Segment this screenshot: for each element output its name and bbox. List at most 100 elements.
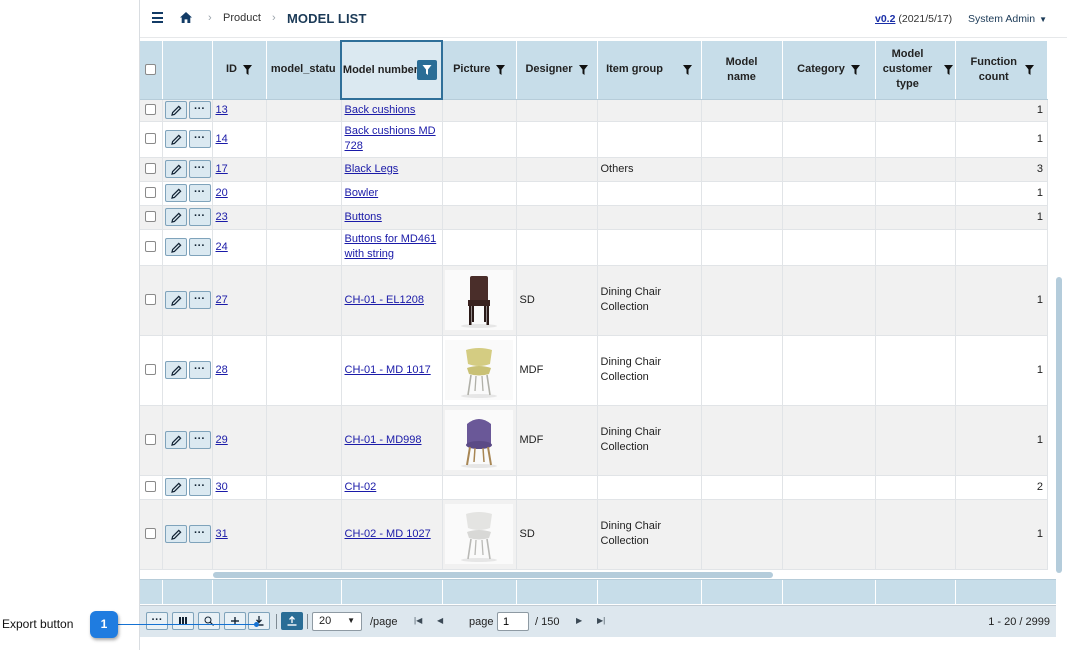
model-number-link[interactable]: CH-02 - MD 1027 [345,528,431,540]
edit-button[interactable] [164,431,187,449]
row-select-cell[interactable] [140,99,163,122]
column-header-id[interactable]: ID [212,41,267,100]
column-header-picture[interactable]: Picture [442,41,517,100]
model-number-link[interactable]: Buttons for MD461 with string [345,232,437,262]
row-select-cell[interactable] [140,205,163,230]
row-select-cell[interactable] [140,475,163,500]
edit-button[interactable] [164,208,187,226]
column-header-model-name[interactable]: Model name [701,41,783,100]
edit-button[interactable] [164,478,187,496]
hamburger-menu-icon[interactable] [152,12,163,23]
row-more-button[interactable]: ··· [188,431,211,449]
row-more-button[interactable]: ··· [188,101,211,119]
column-header-designer[interactable]: Designer [516,41,598,100]
table-row[interactable]: ··· 31 CH-02 - MD 1027 SD Dining Chair Colle… [140,499,1048,570]
row-select-cell[interactable] [140,335,163,406]
row-select-cell[interactable] [140,229,163,266]
row-checkbox[interactable] [145,187,157,199]
table-row[interactable]: ··· 20 Bowler 1 [140,181,1048,206]
row-more-button[interactable]: ··· [188,130,211,148]
edit-button[interactable] [164,525,187,543]
model-number-link[interactable]: CH-01 - EL1208 [345,294,425,306]
previous-page-icon[interactable]: ◀ [437,616,443,625]
id-link[interactable]: 14 [216,133,228,145]
filter-icon[interactable] [1024,64,1034,75]
id-link[interactable]: 28 [216,364,228,376]
column-header-category[interactable]: Category [782,41,876,100]
user-menu[interactable]: System Admin ▼ [968,13,1047,25]
row-more-button[interactable]: ··· [188,361,211,379]
model-number-link[interactable]: CH-01 - MD998 [345,434,422,446]
row-checkbox[interactable] [145,241,157,253]
edit-button[interactable] [164,238,187,256]
version-link[interactable]: v0.2 [875,13,895,25]
model-number-link[interactable]: Black Legs [345,163,399,175]
vertical-scrollbar[interactable] [1056,277,1062,573]
row-select-cell[interactable] [140,121,163,158]
row-checkbox[interactable] [145,211,157,223]
more-options-button[interactable]: ··· [146,612,168,630]
id-link[interactable]: 23 [216,211,228,223]
row-more-button[interactable]: ··· [188,238,211,256]
filter-icon[interactable] [682,64,692,75]
model-number-link[interactable]: Back cushions MD 728 [345,124,437,154]
model-number-link[interactable]: Bowler [345,187,379,199]
filter-icon[interactable] [243,64,252,75]
first-page-icon[interactable]: |◀ [414,616,422,625]
current-page-input[interactable] [497,612,529,631]
home-icon[interactable] [180,12,192,23]
active-filter-button[interactable] [417,60,437,80]
columns-button[interactable] [172,612,194,630]
next-page-icon[interactable]: ▶ [576,616,582,625]
horizontal-scrollbar[interactable] [213,572,773,578]
table-row[interactable]: ··· 13 Back cushions 1 [140,99,1048,122]
row-more-button[interactable]: ··· [188,478,211,496]
row-checkbox[interactable] [145,364,157,376]
row-checkbox[interactable] [145,104,157,116]
breadcrumb-product[interactable]: Product [223,12,261,24]
import-button[interactable] [281,612,303,630]
search-button[interactable] [198,612,220,630]
filter-icon[interactable] [578,64,588,75]
id-link[interactable]: 24 [216,241,228,253]
id-link[interactable]: 27 [216,294,228,306]
column-header-model-status[interactable]: model_statu [266,41,342,100]
row-checkbox[interactable] [145,163,157,175]
filter-icon[interactable] [850,64,860,75]
table-row[interactable]: ··· 17 Black Legs Others 3 [140,157,1048,182]
id-link[interactable]: 29 [216,434,228,446]
row-select-cell[interactable] [140,405,163,476]
filter-icon[interactable] [496,64,506,75]
table-row[interactable]: ··· 28 CH-01 - MD 1017 MDF Dining Chair Coll… [140,335,1048,406]
row-more-button[interactable]: ··· [188,525,211,543]
id-link[interactable]: 13 [216,104,228,116]
id-link[interactable]: 20 [216,187,228,199]
id-link[interactable]: 31 [216,528,228,540]
row-more-button[interactable]: ··· [188,208,211,226]
id-link[interactable]: 17 [216,163,228,175]
column-header-model-number[interactable]: Model number [340,40,443,100]
table-row[interactable]: ··· 30 CH-02 2 [140,475,1048,500]
model-number-link[interactable]: Buttons [345,211,382,223]
page-size-select[interactable]: 20 ▼ [312,612,362,631]
select-all-header[interactable] [140,41,163,100]
edit-button[interactable] [164,361,187,379]
model-number-link[interactable]: CH-01 - MD 1017 [345,364,431,376]
row-checkbox[interactable] [145,434,157,446]
row-select-cell[interactable] [140,157,163,182]
table-row[interactable]: ··· 29 CH-01 - MD998 MDF Dining Chair Collec… [140,405,1048,476]
row-more-button[interactable]: ··· [188,160,211,178]
select-all-checkbox[interactable] [145,63,157,75]
add-button[interactable] [224,612,246,630]
row-select-cell[interactable] [140,181,163,206]
model-number-link[interactable]: Back cushions [345,104,416,116]
id-link[interactable]: 30 [216,481,228,493]
row-checkbox[interactable] [145,294,157,306]
row-checkbox[interactable] [145,528,157,540]
row-select-cell[interactable] [140,499,163,570]
column-header-item-group[interactable]: Item group [597,41,702,100]
row-checkbox[interactable] [145,133,157,145]
edit-button[interactable] [164,160,187,178]
export-button[interactable] [248,612,270,630]
table-row[interactable]: ··· 14 Back cushions MD 728 1 [140,121,1048,158]
